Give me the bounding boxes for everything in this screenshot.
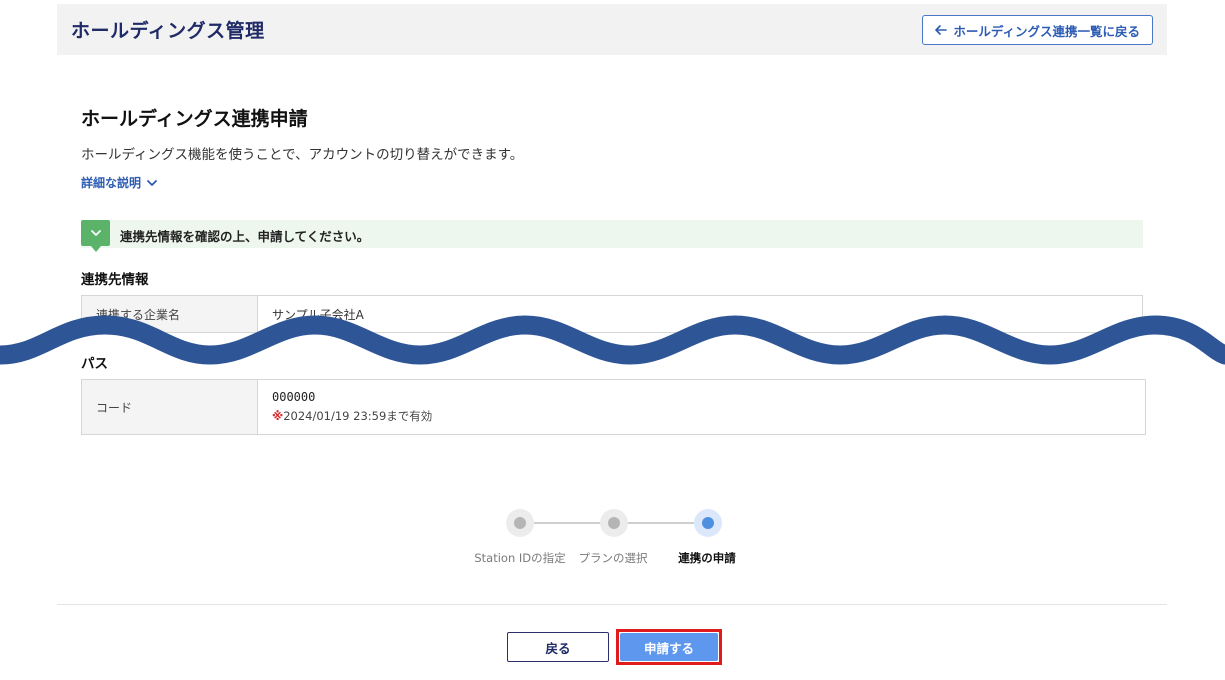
page-title: ホールディングス連携申請 xyxy=(81,108,308,130)
page-header: ホールディングス管理 ホールディングス連携一覧に戻る xyxy=(57,4,1167,55)
back-link-label: ホールディングス連携一覧に戻る xyxy=(953,23,1140,39)
expiry-mark: ※ xyxy=(272,409,284,423)
arrow-left-icon xyxy=(935,23,948,38)
passcode-table: コード 000000 ※2024/01/19 23:59まで有効 xyxy=(81,379,1146,435)
code-value-cell: 000000 ※2024/01/19 23:59まで有効 xyxy=(258,380,1145,434)
step-label-3: 連携の申請 xyxy=(678,551,736,565)
step-marker-3 xyxy=(694,509,722,537)
step-label-2: プランの選択 xyxy=(578,551,648,565)
code-expiry: ※2024/01/19 23:59まで有効 xyxy=(272,408,1145,424)
expiry-text: 2024/01/19 23:59まで有効 xyxy=(283,409,433,423)
code-value: 000000 xyxy=(272,390,316,404)
footer-divider xyxy=(57,604,1167,605)
step-dot xyxy=(702,517,714,529)
chevron-down-icon xyxy=(81,220,110,252)
step-dot xyxy=(608,517,620,529)
step-label-1: Station IDの指定 xyxy=(474,551,566,565)
step-marker-2 xyxy=(600,509,628,537)
step-dot xyxy=(514,517,526,529)
header-title: ホールディングス管理 xyxy=(71,20,265,42)
page-description: ホールディングス機能を使うことで、アカウントの切り替えができます。 xyxy=(81,147,524,163)
notice-text: 連携先情報を確認の上、申請してください。 xyxy=(120,229,370,244)
detail-link-label: 詳細な説明 xyxy=(81,176,142,190)
chevron-down-icon xyxy=(147,176,157,190)
step-marker-1 xyxy=(506,509,534,537)
step-connector xyxy=(534,522,600,524)
code-label: コード xyxy=(82,380,258,434)
partner-section-title: 連携先情報 xyxy=(81,272,149,288)
detail-explanation-toggle[interactable]: 詳細な説明 xyxy=(81,174,157,191)
notice-banner: 連携先情報を確認の上、申請してください。 xyxy=(81,220,1143,252)
back-to-holdings-list-link[interactable]: ホールディングス連携一覧に戻る xyxy=(922,15,1153,45)
step-connector xyxy=(628,522,694,524)
progress-stepper: Station IDの指定 プランの選択 連携の申請 xyxy=(470,508,750,578)
submit-button[interactable]: 申請する xyxy=(620,633,718,661)
wave-overlay xyxy=(0,315,1225,365)
back-button[interactable]: 戻る xyxy=(507,632,609,662)
